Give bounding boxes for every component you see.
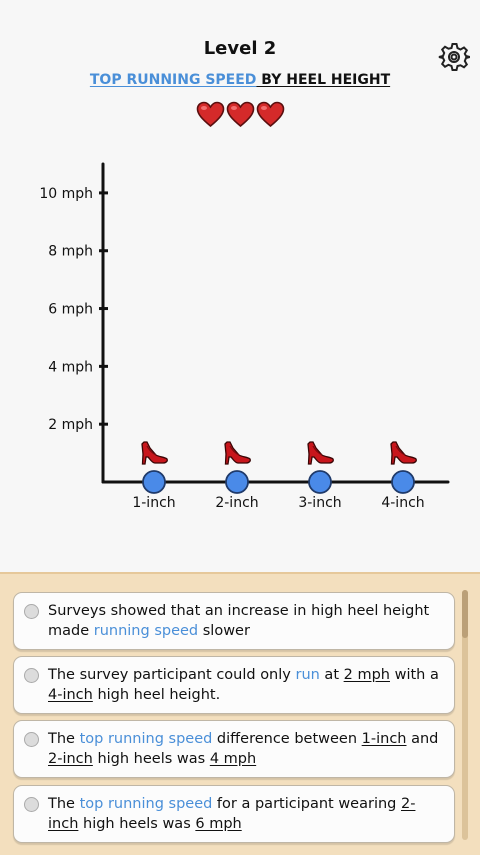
option-text: The top running speed for a participant … <box>48 796 415 832</box>
option-text-segment: top running speed <box>79 796 213 812</box>
level-title: Level 2 <box>203 38 277 59</box>
option-text: The top running speed difference between… <box>48 731 438 767</box>
lives-hearts <box>0 101 480 132</box>
option-text-segment: The survey participant could only <box>48 667 296 683</box>
y-tick-label: 2 mph <box>48 417 93 433</box>
radio-button[interactable] <box>24 797 39 812</box>
high-heel-icon <box>224 441 251 465</box>
scrollbar-thumb[interactable] <box>462 590 468 638</box>
high-heel-icon <box>390 441 417 465</box>
option-text-segment: with a <box>389 667 439 683</box>
y-tick-label: 6 mph <box>48 302 93 318</box>
data-point[interactable] <box>308 470 332 494</box>
option-text-segment: high heels was <box>78 816 196 832</box>
answer-option[interactable]: The survey participant could only run at… <box>13 656 455 714</box>
option-text-segment: 4 mph <box>209 751 257 767</box>
settings-button[interactable] <box>438 41 471 73</box>
option-text-segment: run <box>295 667 320 683</box>
option-text-segment: 4-inch <box>48 687 93 703</box>
heart-icon <box>196 101 225 128</box>
x-tick-label: 1-inch <box>132 495 175 511</box>
data-point[interactable] <box>225 470 249 494</box>
option-text-segment: slower <box>198 623 250 639</box>
option-text-segment: and <box>406 731 439 747</box>
answer-option[interactable]: The top running speed difference between… <box>13 720 455 778</box>
answer-panel: Surveys showed that an increase in high … <box>0 572 480 855</box>
chart: 2 mph 4 mph 6 mph 8 mph 10 mph 1-inch 2-inch 3-… <box>39 162 450 511</box>
option-text-segment: The <box>48 796 80 812</box>
answer-option[interactable]: Surveys showed that an increase in high … <box>13 592 455 650</box>
chart-title-highlight: TOP RUNNING SPEED <box>89 72 257 88</box>
gear-icon <box>438 43 471 71</box>
option-text: The survey participant could only run at… <box>48 667 439 703</box>
heart-icon <box>256 101 285 128</box>
option-text-segment: The <box>48 731 80 747</box>
option-text-segment: high heel height. <box>92 687 221 703</box>
y-tick-label: 8 mph <box>48 244 93 260</box>
option-text-segment: for a participant wearing <box>212 796 401 812</box>
option-text-segment: 1-inch <box>361 731 407 747</box>
option-text-segment: 2 mph <box>343 667 390 683</box>
option-text: Surveys showed that an increase in high … <box>48 603 429 639</box>
y-tick-label: 10 mph <box>39 186 93 202</box>
option-text-segment: difference between <box>212 731 362 747</box>
x-tick-label: 2-inch <box>215 495 258 511</box>
radio-button[interactable] <box>24 732 39 747</box>
option-text-segment: top running speed <box>79 731 213 747</box>
high-heel-icon <box>307 441 334 465</box>
data-point[interactable] <box>391 470 415 494</box>
x-tick-label: 3-inch <box>298 495 341 511</box>
radio-button[interactable] <box>24 668 39 683</box>
option-text-segment: 6 mph <box>195 816 242 832</box>
option-text-segment: at <box>319 667 344 683</box>
chart-title-rest: BY HEEL HEIGHT <box>256 72 391 88</box>
high-heel-icon <box>141 441 168 465</box>
x-tick-label: 4-inch <box>381 495 424 511</box>
chart-title: TOP RUNNING SPEED BY HEEL HEIGHT <box>0 72 480 88</box>
answer-option[interactable]: The top running speed for a participant … <box>13 785 455 843</box>
radio-button[interactable] <box>24 604 39 619</box>
y-tick-label: 4 mph <box>48 359 93 375</box>
option-text-segment: high heels was <box>92 751 210 767</box>
heart-icon <box>226 101 255 128</box>
option-text-segment: running speed <box>93 623 199 639</box>
option-text-segment: 2-inch <box>48 751 93 767</box>
data-point[interactable] <box>142 470 166 494</box>
